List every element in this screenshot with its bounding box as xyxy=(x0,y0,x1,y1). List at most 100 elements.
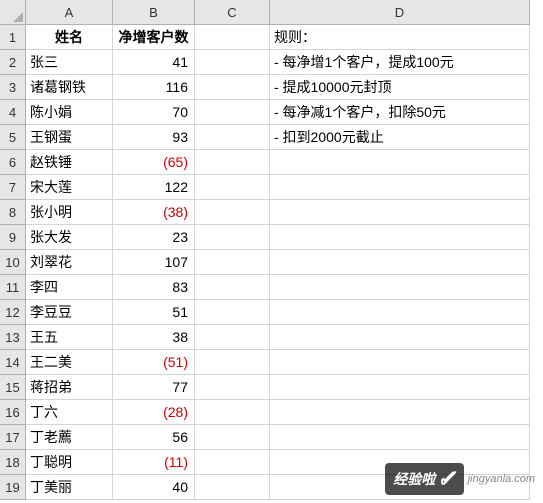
row-header-1[interactable]: 1 xyxy=(0,25,26,50)
cell-C17[interactable] xyxy=(195,425,270,450)
cell-D5[interactable]: - 扣到2000元截止 xyxy=(270,125,530,150)
cell-B3[interactable]: 116 xyxy=(113,75,195,100)
cell-C4[interactable] xyxy=(195,100,270,125)
row-header-2[interactable]: 2 xyxy=(0,50,26,75)
cell-A5[interactable]: 王钢蛋 xyxy=(26,125,113,150)
cell-C14[interactable] xyxy=(195,350,270,375)
cell-A15[interactable]: 蒋招弟 xyxy=(26,375,113,400)
cell-C3[interactable] xyxy=(195,75,270,100)
cell-D15[interactable] xyxy=(270,375,530,400)
cell-B1[interactable]: 净增客户数 xyxy=(113,25,195,50)
cell-C10[interactable] xyxy=(195,250,270,275)
row-header-6[interactable]: 6 xyxy=(0,150,26,175)
cell-C16[interactable] xyxy=(195,400,270,425)
cell-D3[interactable]: - 提成10000元封顶 xyxy=(270,75,530,100)
cell-C13[interactable] xyxy=(195,325,270,350)
cell-A19[interactable]: 丁美丽 xyxy=(26,475,113,500)
cell-C2[interactable] xyxy=(195,50,270,75)
row-header-18[interactable]: 18 xyxy=(0,450,26,475)
cell-C5[interactable] xyxy=(195,125,270,150)
row-header-9[interactable]: 9 xyxy=(0,225,26,250)
cell-C19[interactable] xyxy=(195,475,270,500)
cell-A17[interactable]: 丁老薦 xyxy=(26,425,113,450)
cell-B7[interactable]: 122 xyxy=(113,175,195,200)
cell-A10[interactable]: 刘翠花 xyxy=(26,250,113,275)
cell-D17[interactable] xyxy=(270,425,530,450)
column-header-B[interactable]: B xyxy=(113,0,195,25)
cell-A6[interactable]: 赵铁锤 xyxy=(26,150,113,175)
cell-B4[interactable]: 70 xyxy=(113,100,195,125)
spreadsheet-grid[interactable]: ABCD 1姓名净增客户数 规则： 2张三41 - 每净增1个客户，提成100元 3诸葛钢… xyxy=(0,0,543,500)
cell-D10[interactable] xyxy=(270,250,530,275)
cell-A12[interactable]: 李豆豆 xyxy=(26,300,113,325)
cell-B12[interactable]: 51 xyxy=(113,300,195,325)
cell-A7[interactable]: 宋大莲 xyxy=(26,175,113,200)
cell-A11[interactable]: 李四 xyxy=(26,275,113,300)
row-header-16[interactable]: 16 xyxy=(0,400,26,425)
watermark-url: jingyanla.com xyxy=(468,473,535,485)
cell-B13[interactable]: 38 xyxy=(113,325,195,350)
cell-B19[interactable]: 40 xyxy=(113,475,195,500)
row-header-3[interactable]: 3 xyxy=(0,75,26,100)
row-header-7[interactable]: 7 xyxy=(0,175,26,200)
row-header-4[interactable]: 4 xyxy=(0,100,26,125)
cell-D1[interactable]: 规则： xyxy=(270,25,530,50)
cell-A13[interactable]: 王五 xyxy=(26,325,113,350)
cell-D14[interactable] xyxy=(270,350,530,375)
cell-C9[interactable] xyxy=(195,225,270,250)
cell-D12[interactable] xyxy=(270,300,530,325)
row-header-13[interactable]: 13 xyxy=(0,325,26,350)
cell-A8[interactable]: 张小明 xyxy=(26,200,113,225)
cell-C11[interactable] xyxy=(195,275,270,300)
select-all-corner[interactable] xyxy=(0,0,26,25)
column-header-D[interactable]: D xyxy=(270,0,530,25)
cell-A3[interactable]: 诸葛钢铁 xyxy=(26,75,113,100)
cell-A9[interactable]: 张大发 xyxy=(26,225,113,250)
cell-D8[interactable] xyxy=(270,200,530,225)
row-header-8[interactable]: 8 xyxy=(0,200,26,225)
cell-A14[interactable]: 王二美 xyxy=(26,350,113,375)
column-header-C[interactable]: C xyxy=(195,0,270,25)
row-header-17[interactable]: 17 xyxy=(0,425,26,450)
cell-B18[interactable]: (11) xyxy=(113,450,195,475)
cell-D4[interactable]: - 每净减1个客户，扣除50元 xyxy=(270,100,530,125)
cell-A16[interactable]: 丁六 xyxy=(26,400,113,425)
cell-B10[interactable]: 107 xyxy=(113,250,195,275)
cell-A4[interactable]: 陈小娟 xyxy=(26,100,113,125)
cell-B11[interactable]: 83 xyxy=(113,275,195,300)
cell-D2[interactable]: - 每净增1个客户，提成100元 xyxy=(270,50,530,75)
row-header-5[interactable]: 5 xyxy=(0,125,26,150)
cell-B8[interactable]: (38) xyxy=(113,200,195,225)
cell-D16[interactable] xyxy=(270,400,530,425)
cell-B2[interactable]: 41 xyxy=(113,50,195,75)
cell-C6[interactable] xyxy=(195,150,270,175)
cell-A2[interactable]: 张三 xyxy=(26,50,113,75)
row-header-12[interactable]: 12 xyxy=(0,300,26,325)
cell-D11[interactable] xyxy=(270,275,530,300)
cell-C12[interactable] xyxy=(195,300,270,325)
cell-C7[interactable] xyxy=(195,175,270,200)
column-header-A[interactable]: A xyxy=(26,0,113,25)
cell-C18[interactable] xyxy=(195,450,270,475)
cell-B17[interactable]: 56 xyxy=(113,425,195,450)
cell-C15[interactable] xyxy=(195,375,270,400)
cell-D13[interactable] xyxy=(270,325,530,350)
cell-D6[interactable] xyxy=(270,150,530,175)
cell-D9[interactable] xyxy=(270,225,530,250)
cell-A1[interactable]: 姓名 xyxy=(26,25,113,50)
cell-B15[interactable]: 77 xyxy=(113,375,195,400)
cell-C8[interactable] xyxy=(195,200,270,225)
cell-B6[interactable]: (65) xyxy=(113,150,195,175)
row-header-14[interactable]: 14 xyxy=(0,350,26,375)
cell-D7[interactable] xyxy=(270,175,530,200)
cell-C1[interactable] xyxy=(195,25,270,50)
row-header-19[interactable]: 19 xyxy=(0,475,26,500)
row-header-15[interactable]: 15 xyxy=(0,375,26,400)
cell-B9[interactable]: 23 xyxy=(113,225,195,250)
cell-B5[interactable]: 93 xyxy=(113,125,195,150)
cell-A18[interactable]: 丁聪明 xyxy=(26,450,113,475)
cell-B14[interactable]: (51) xyxy=(113,350,195,375)
row-header-10[interactable]: 10 xyxy=(0,250,26,275)
cell-B16[interactable]: (28) xyxy=(113,400,195,425)
row-header-11[interactable]: 11 xyxy=(0,275,26,300)
